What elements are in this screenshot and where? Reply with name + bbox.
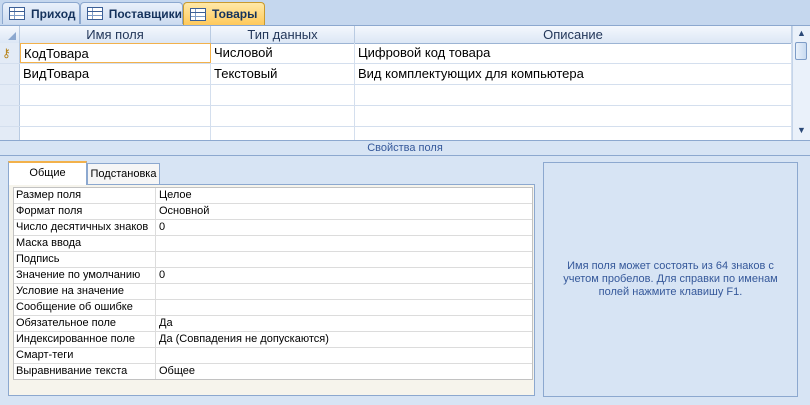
property-value[interactable]: Целое: [157, 188, 532, 203]
row-selector[interactable]: [0, 106, 20, 126]
property-value[interactable]: [157, 348, 532, 363]
document-tab-strip: Приход Поставщики Товары: [0, 0, 810, 26]
property-row[interactable]: Обязательное поле Да: [14, 316, 532, 332]
field-design-grid: Имя поля Тип данных Описание ⚷ КодТовара…: [0, 26, 810, 141]
table-row-empty[interactable]: [0, 106, 792, 127]
property-row[interactable]: Маска ввода: [14, 236, 532, 252]
tab-tovary[interactable]: Товары: [183, 2, 265, 25]
table-row-empty[interactable]: [0, 127, 792, 140]
tab-label: Поставщики: [108, 6, 182, 21]
property-row[interactable]: Сообщение об ошибке: [14, 300, 532, 316]
property-name: Число десятичных знаков: [14, 220, 156, 235]
description-cell[interactable]: [355, 85, 792, 105]
property-value[interactable]: [157, 236, 532, 251]
scroll-up-icon[interactable]: ▲: [797, 28, 806, 38]
tab-label: Приход: [31, 6, 76, 21]
field-name-cell[interactable]: [20, 85, 211, 105]
properties-table: Размер поля Целое Формат поля Основной Чис…: [13, 187, 533, 380]
property-row[interactable]: Индексированное поле Да (Совпадения не до…: [14, 332, 532, 348]
property-name: Значение по умолчанию: [14, 268, 156, 283]
property-name: Условие на значение: [14, 284, 156, 299]
row-selector[interactable]: [0, 85, 20, 105]
property-row[interactable]: Смарт-теги: [14, 348, 532, 364]
tab-label: Товары: [212, 7, 258, 21]
tab-general[interactable]: Общие: [8, 161, 87, 185]
help-text: Имя поля может состоять из 64 знаков с у…: [563, 260, 778, 298]
property-name: Обязательное поле: [14, 316, 156, 331]
row-selector[interactable]: ⚷: [0, 43, 20, 63]
data-type-cell[interactable]: [211, 106, 355, 126]
column-header-description[interactable]: Описание: [355, 26, 792, 43]
scroll-down-icon[interactable]: ▼: [797, 125, 806, 135]
column-header-field-name[interactable]: Имя поля: [20, 26, 211, 43]
property-name: Смарт-теги: [14, 348, 156, 363]
description-cell[interactable]: [355, 127, 792, 140]
column-header-data-type[interactable]: Тип данных: [211, 26, 355, 43]
data-type-cell[interactable]: [211, 127, 355, 140]
property-name: Выравнивание текста: [14, 364, 156, 379]
description-cell[interactable]: Вид комплектующих для компьютера: [355, 64, 792, 84]
property-row[interactable]: Число десятичных знаков 0: [14, 220, 532, 236]
data-type-cell[interactable]: Текстовый: [211, 64, 355, 84]
property-value[interactable]: [157, 252, 532, 267]
property-name: Индексированное поле: [14, 332, 156, 347]
row-selector[interactable]: [0, 64, 20, 84]
general-properties-panel: Размер поля Целое Формат поля Основной Чис…: [8, 184, 535, 396]
property-value[interactable]: 0: [157, 268, 532, 283]
property-value[interactable]: 0: [157, 220, 532, 235]
property-value[interactable]: [157, 300, 532, 315]
table-row[interactable]: ⚷ КодТовара Числовой Цифровой код товара: [0, 43, 792, 64]
property-name: Маска ввода: [14, 236, 156, 251]
property-value[interactable]: Общее: [157, 364, 532, 379]
field-name-cell[interactable]: КодТовара: [20, 43, 211, 63]
property-value[interactable]: Да: [157, 316, 532, 331]
property-name: Формат поля: [14, 204, 156, 219]
property-name: Подпись: [14, 252, 156, 267]
property-row[interactable]: Выравнивание текста Общее: [14, 364, 532, 379]
data-type-cell[interactable]: Числовой: [211, 43, 355, 63]
property-value[interactable]: Основной: [157, 204, 532, 219]
field-name-cell[interactable]: [20, 127, 211, 140]
property-value[interactable]: Да (Совпадения не допускаются): [157, 332, 532, 347]
table-row[interactable]: ВидТовара Текстовый Вид комплектующих дл…: [0, 64, 792, 85]
table-icon: [9, 7, 25, 20]
tab-lookup[interactable]: Подстановка: [87, 163, 160, 184]
tab-postavshchiki[interactable]: Поставщики: [80, 2, 183, 24]
property-value[interactable]: [157, 284, 532, 299]
description-cell[interactable]: Цифровой код товара: [355, 43, 792, 63]
table-row-empty[interactable]: [0, 85, 792, 106]
property-name: Размер поля: [14, 188, 156, 203]
property-row[interactable]: Формат поля Основной: [14, 204, 532, 220]
help-text-panel: Имя поля может состоять из 64 знаков с у…: [543, 162, 798, 397]
table-icon: [190, 7, 206, 21]
tab-prihod[interactable]: Приход: [2, 2, 80, 24]
scroll-thumb[interactable]: [795, 42, 807, 60]
data-type-cell[interactable]: [211, 85, 355, 105]
table-icon: [87, 7, 103, 20]
property-row[interactable]: Подпись: [14, 252, 532, 268]
property-row[interactable]: Значение по умолчанию 0: [14, 268, 532, 284]
field-properties-header: Свойства поля: [0, 140, 810, 156]
row-selector[interactable]: [0, 127, 20, 140]
select-all-corner[interactable]: [0, 26, 20, 43]
vertical-scrollbar[interactable]: ▲ ▼: [792, 26, 810, 140]
property-row[interactable]: Размер поля Целое: [14, 188, 532, 204]
field-name-cell[interactable]: [20, 106, 211, 126]
description-cell[interactable]: [355, 106, 792, 126]
property-name: Сообщение об ошибке: [14, 300, 156, 315]
field-name-cell[interactable]: ВидТовара: [20, 64, 211, 84]
primary-key-icon: ⚷: [2, 46, 11, 60]
grid-header: Имя поля Тип данных Описание: [0, 26, 792, 44]
property-row[interactable]: Условие на значение: [14, 284, 532, 300]
